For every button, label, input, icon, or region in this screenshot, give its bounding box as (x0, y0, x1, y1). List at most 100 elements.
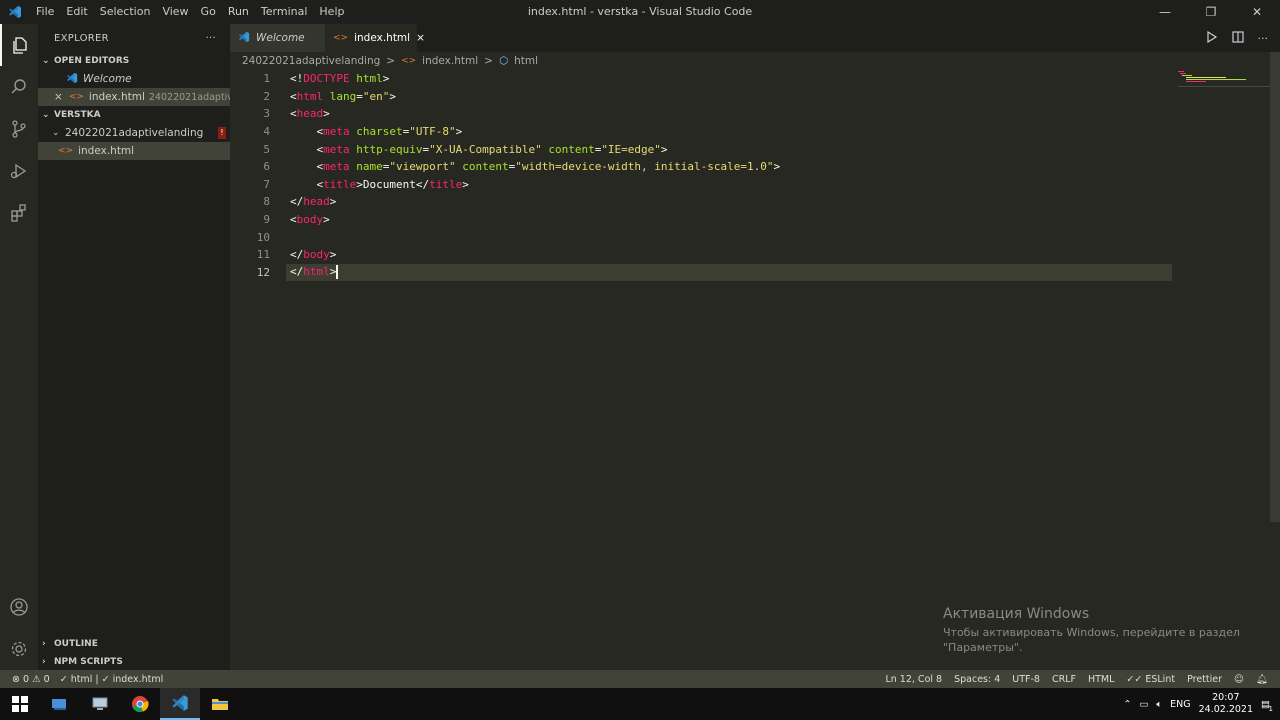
close-icon[interactable]: ✕ (1234, 0, 1280, 24)
tab-index-html[interactable]: <> index.html × (325, 24, 425, 52)
menu-go[interactable]: Go (195, 0, 222, 24)
menu-selection[interactable]: Selection (94, 0, 157, 24)
maximize-icon[interactable]: ❐ (1188, 0, 1234, 24)
run-icon[interactable] (1206, 30, 1218, 46)
indentation[interactable]: Spaces: 4 (954, 674, 1000, 685)
open-editors-section[interactable]: ⌄ OPEN EDITORS (38, 52, 230, 70)
input-language[interactable]: ENG (1170, 699, 1190, 710)
app-icon[interactable] (40, 688, 80, 720)
code-line: 6 <meta name="viewport" content="width=d… (230, 158, 1270, 176)
vscode-taskbar-icon[interactable] (160, 688, 200, 720)
chevron-down-icon: ⌄ (42, 56, 50, 66)
notification-center-icon[interactable]: ▤ 1 (1261, 699, 1273, 713)
computer-icon[interactable] (80, 688, 120, 720)
explorer-sidebar: EXPLORER ··· ⌄ OPEN EDITORS Welcome × <>… (38, 24, 230, 670)
windows-start-icon[interactable] (0, 688, 40, 720)
settings-gear-icon[interactable] (0, 628, 38, 670)
windows-taskbar: ⌃ ▭ 🔈︎ ENG 20:07 24.02.2021 ▤ 1 (0, 688, 1280, 720)
file-explorer-icon[interactable] (200, 688, 240, 720)
html-file-icon: <> (401, 56, 417, 66)
vscode-file-icon (238, 31, 250, 46)
file-item-index[interactable]: <> index.html (38, 142, 230, 160)
search-icon[interactable] (0, 66, 38, 108)
open-editor-index[interactable]: × <> index.html 24022021adaptivelan... (38, 88, 230, 106)
check-icon: ✓ (59, 673, 68, 685)
folder-item[interactable]: ⌄ 24022021adaptivelanding ! (38, 124, 230, 142)
volume-icon[interactable]: 🔈︎ (1156, 699, 1162, 710)
text-cursor (336, 265, 339, 280)
code-line: 4 <meta charset="UTF-8"> (230, 123, 1270, 141)
editor-tabs: Welcome <> index.html × ··· (230, 24, 1280, 52)
account-icon[interactable] (0, 586, 38, 628)
html-file-icon: <> (68, 92, 84, 102)
line-number: 11 (256, 248, 270, 262)
menu-edit[interactable]: Edit (60, 0, 93, 24)
line-number: 10 (256, 230, 270, 244)
menu-run[interactable]: Run (222, 0, 255, 24)
double-check-icon: ✓✓ (1126, 673, 1143, 685)
breadcrumb-separator: > (386, 55, 396, 67)
current-line: 12 </html> (230, 263, 1270, 282)
outline-section[interactable]: › OUTLINE (38, 635, 230, 653)
status-bar: ⊗ 0 ⚠ 0 ✓ html | ✓ index.html Ln 12, Col… (0, 670, 1280, 688)
eslint-status[interactable]: ✓✓ ESLint (1126, 674, 1175, 685)
cursor-position[interactable]: Ln 12, Col 8 (885, 674, 942, 685)
tab-welcome[interactable]: Welcome (230, 24, 325, 52)
line-number: 9 (263, 213, 270, 227)
close-editor-icon[interactable]: × (54, 91, 63, 103)
menu-terminal[interactable]: Terminal (255, 0, 314, 24)
network-icon[interactable]: ▭ (1139, 699, 1148, 710)
html-check[interactable]: ✓ html | ✓ index.html (60, 674, 164, 685)
notifications-bell-icon[interactable]: 🔔︎ (1256, 674, 1268, 685)
line-number: 3 (263, 107, 270, 121)
breadcrumb-folder[interactable]: 24022021adaptivelanding (242, 55, 380, 67)
line-number: 8 (263, 195, 270, 209)
encoding[interactable]: UTF-8 (1012, 674, 1040, 685)
html-file-icon: <> (58, 146, 74, 156)
html-file-icon: <> (333, 33, 349, 43)
code-line: 11 </body> (230, 246, 1270, 264)
language-mode[interactable]: HTML (1088, 674, 1114, 685)
code-line: 8 </head> (230, 193, 1270, 211)
extensions-icon[interactable] (0, 192, 38, 234)
open-editor-welcome[interactable]: Welcome (38, 70, 230, 88)
chevron-up-icon[interactable]: ⌃ (1123, 699, 1131, 710)
code-line: 3 <head> (230, 105, 1270, 123)
chevron-right-icon: › (42, 639, 46, 649)
run-debug-icon[interactable] (0, 150, 38, 192)
code-editor[interactable]: 1 <!DOCTYPE html> 2 <html lang="en"> 3 <… (230, 70, 1270, 670)
end-of-line[interactable]: CRLF (1052, 674, 1076, 685)
breadcrumb-file[interactable]: index.html (422, 55, 478, 67)
menu-view[interactable]: View (156, 0, 194, 24)
problems-indicator[interactable]: ⊗ 0 ⚠ 0 (12, 674, 50, 685)
more-actions-icon[interactable]: ··· (1258, 32, 1269, 45)
code-line: 5 <meta http-equiv="X-UA-Compatible" con… (230, 140, 1270, 158)
source-control-icon[interactable] (0, 108, 38, 150)
clock[interactable]: 20:07 24.02.2021 (1199, 692, 1253, 716)
check-icon: ✓ (101, 673, 110, 685)
vscode-file-icon (66, 72, 78, 87)
more-actions-icon[interactable]: ··· (206, 33, 216, 44)
warning-icon: ⚠ (32, 673, 41, 685)
chrome-icon[interactable] (120, 688, 160, 720)
vertical-scrollbar[interactable] (1270, 52, 1280, 522)
error-badge: ! (218, 127, 226, 139)
split-editor-icon[interactable] (1231, 30, 1244, 46)
code-line: 1 <!DOCTYPE html> (230, 70, 1270, 88)
minimize-icon[interactable]: — (1142, 0, 1188, 24)
minimap[interactable] (1178, 70, 1270, 88)
feedback-icon[interactable]: ☺ (1234, 674, 1244, 685)
close-tab-icon[interactable]: × (416, 32, 425, 44)
workspace-section[interactable]: ⌄ VERSTKA (38, 106, 230, 124)
breadcrumb-element[interactable]: html (514, 55, 538, 67)
code-line: 7 <title>Document</title> (230, 176, 1270, 194)
prettier-status[interactable]: Prettier (1187, 674, 1222, 685)
menu-file[interactable]: File (30, 0, 60, 24)
element-icon: ⬡ (498, 55, 509, 67)
menu-help[interactable]: Help (313, 0, 350, 24)
npm-scripts-section[interactable]: › NPM SCRIPTS (38, 653, 230, 671)
code-line: 2 <html lang="en"> (230, 88, 1270, 106)
system-tray: ⌃ ▭ 🔈︎ ENG 20:07 24.02.2021 ▤ 1 (1123, 688, 1280, 720)
explorer-icon[interactable] (0, 24, 38, 66)
line-number: 5 (263, 142, 270, 156)
